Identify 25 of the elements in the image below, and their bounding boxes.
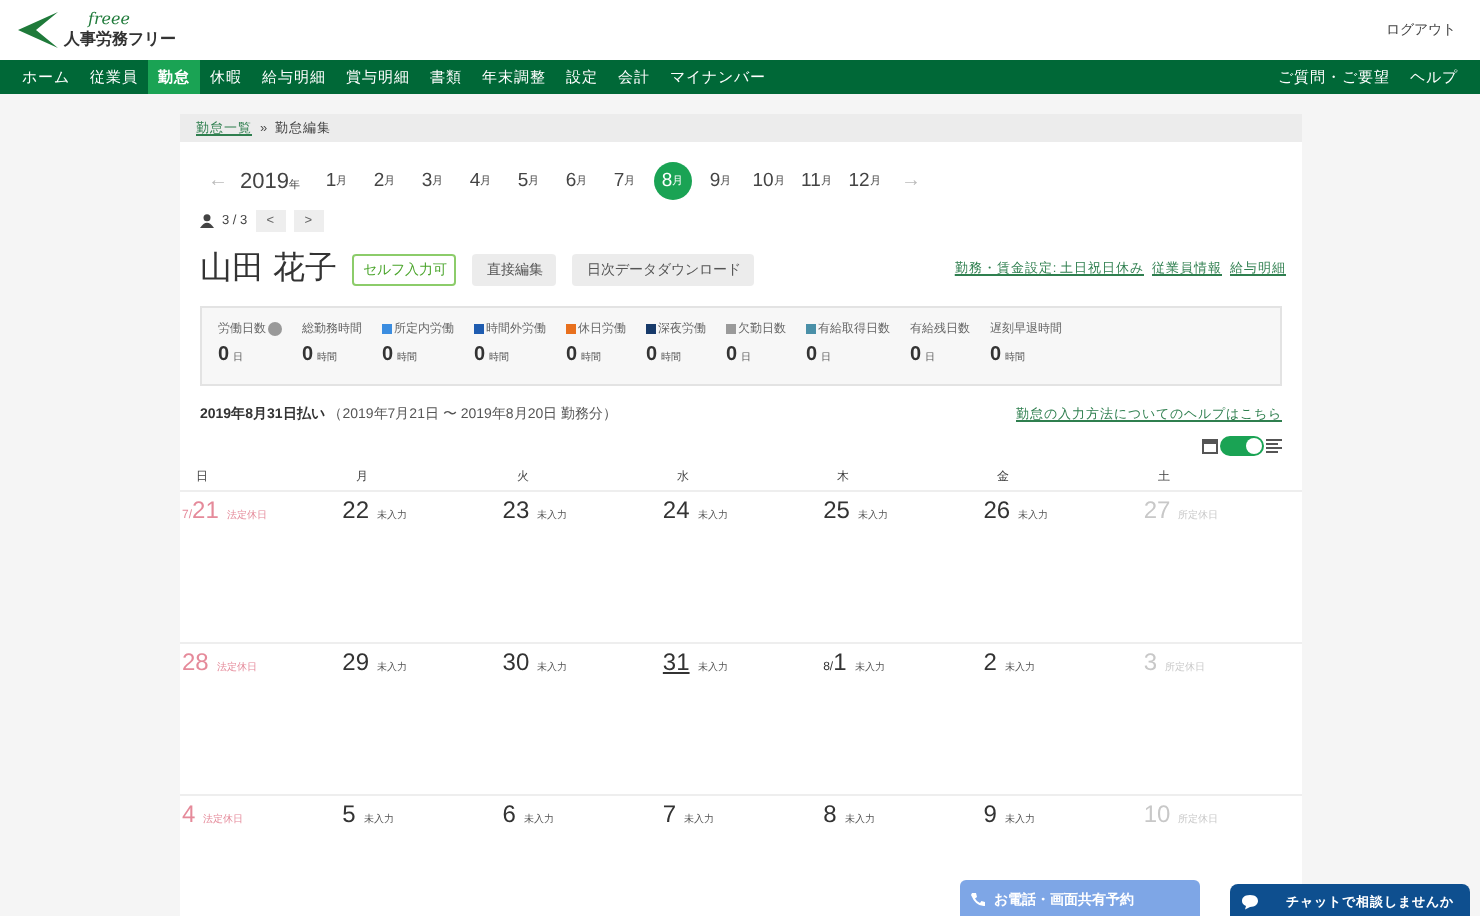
day-number[interactable]: 2: [983, 648, 997, 676]
day-number[interactable]: 9: [983, 800, 997, 828]
phone-icon: [970, 892, 986, 908]
day-number[interactable]: 25: [823, 496, 850, 524]
employee-name: 山田 花子: [200, 249, 337, 290]
day-number[interactable]: 6: [502, 800, 516, 828]
logo-text: 人事労務フリー: [64, 27, 176, 49]
day-number[interactable]: 8: [823, 800, 837, 828]
day-number[interactable]: 30: [502, 648, 530, 676]
day-number[interactable]: 5: [342, 800, 356, 828]
view-toggle[interactable]: [1220, 436, 1264, 456]
help-icon[interactable]: [268, 322, 282, 336]
list-icon[interactable]: [1266, 438, 1282, 454]
logo-script: freee: [87, 11, 132, 27]
day-number[interactable]: 22: [342, 496, 369, 524]
speech-bubble-icon: [1242, 894, 1258, 910]
day-number[interactable]: 23: [502, 496, 530, 524]
day-number[interactable]: 31: [662, 648, 690, 676]
day-number[interactable]: 7: [662, 800, 677, 828]
calendar-icon[interactable]: [1202, 438, 1218, 454]
day-number[interactable]: 24: [662, 496, 690, 524]
day-number[interactable]: 29: [342, 648, 369, 676]
bird-logo-icon: [16, 10, 60, 50]
day-number[interactable]: 26: [983, 496, 1011, 524]
person-icon: [200, 214, 214, 228]
